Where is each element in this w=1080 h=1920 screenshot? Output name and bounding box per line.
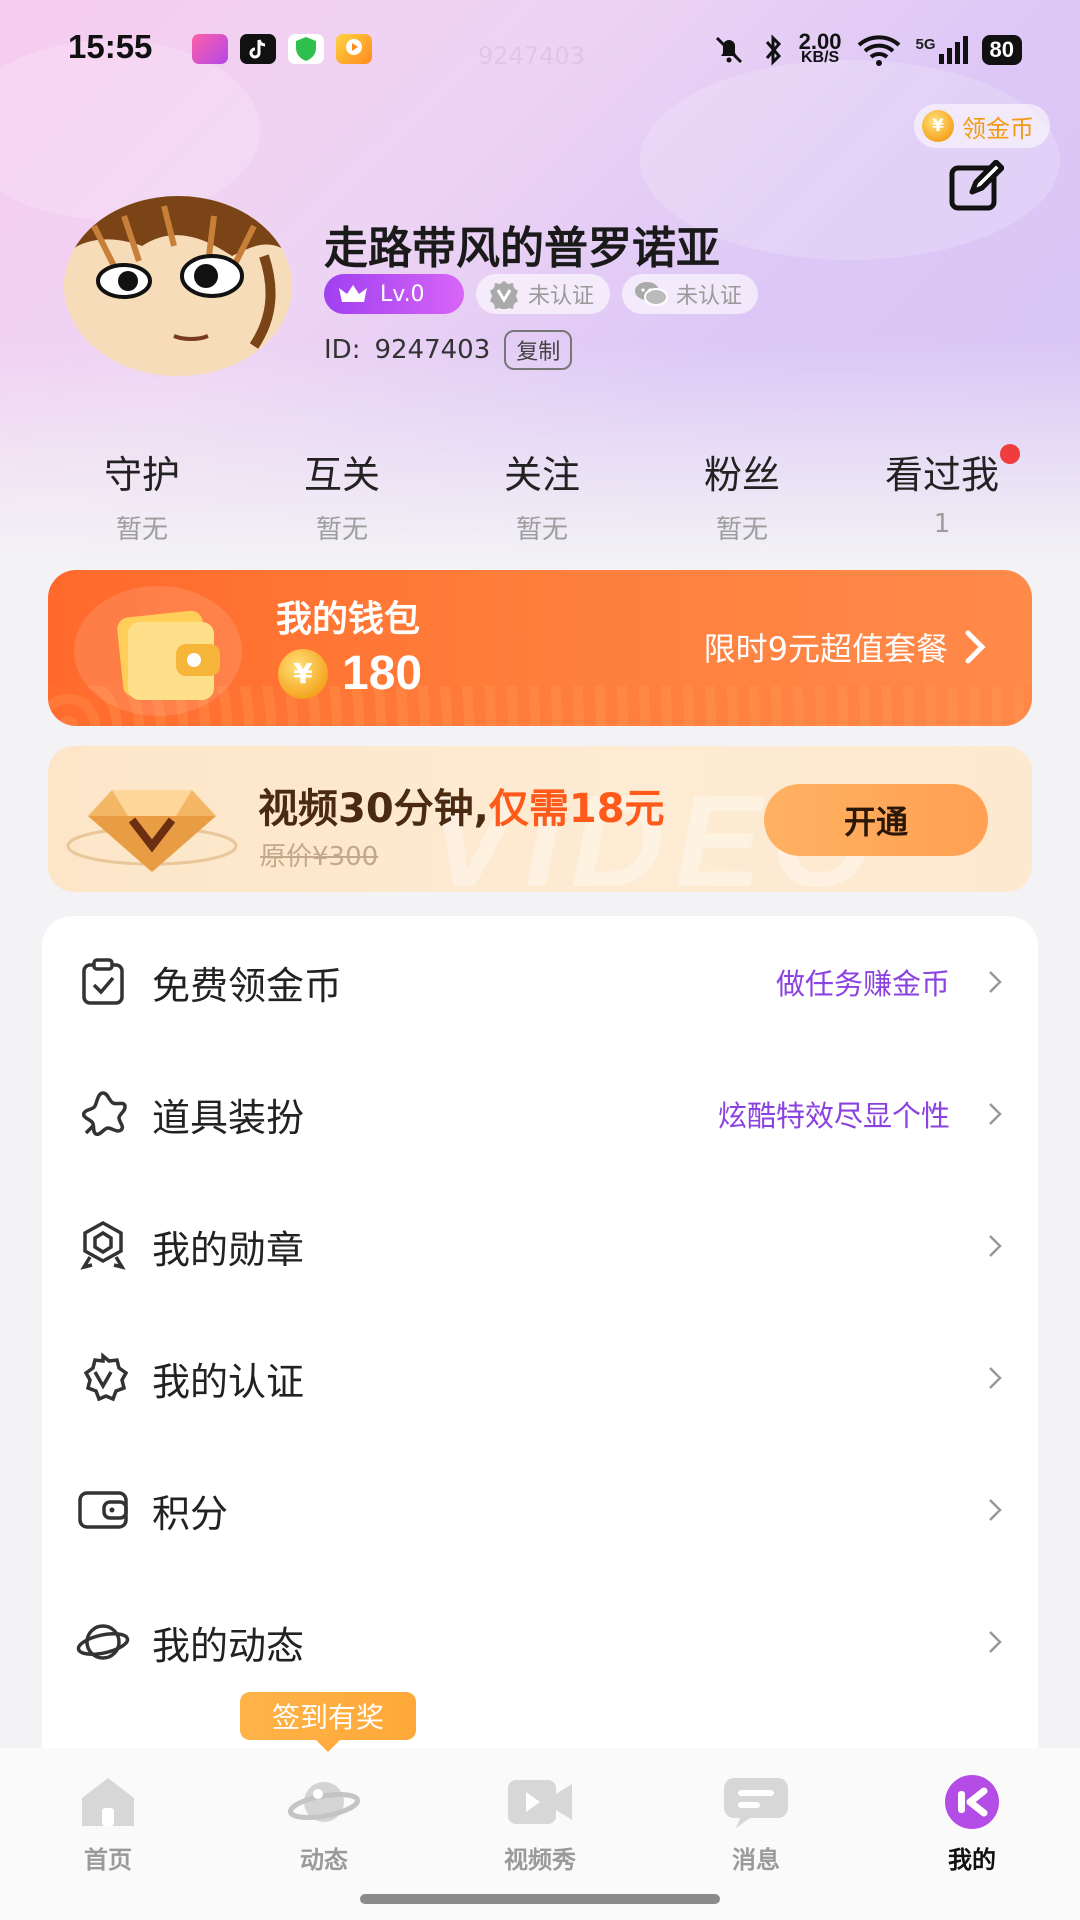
- new-visitor-dot: [1000, 444, 1020, 464]
- stat-guard[interactable]: 守护 暂无: [42, 444, 242, 546]
- tiktok-icon: [240, 34, 276, 64]
- chevron-right-icon: [989, 1631, 1002, 1653]
- video-icon: [508, 1780, 572, 1824]
- wechat-icon: [635, 282, 669, 306]
- verified-v-icon: [490, 281, 518, 309]
- chevron-right-icon: [965, 630, 986, 664]
- copy-id-button[interactable]: 复制: [504, 330, 573, 370]
- ghost-id-text: 9247403: [478, 42, 585, 70]
- battery-indicator: 80: [981, 35, 1022, 65]
- wallet-card[interactable]: 我的钱包 ¥ 180 限时9元超值套餐: [48, 570, 1032, 726]
- get-gold-button[interactable]: ¥ 领金币: [914, 104, 1050, 148]
- verify-badge[interactable]: 未认证: [476, 274, 611, 314]
- user-id-row: ID: 9247403 复制: [324, 330, 573, 370]
- edit-profile-button[interactable]: [948, 159, 1005, 212]
- vip-open-button[interactable]: 开通: [764, 784, 988, 856]
- menu-item-verification[interactable]: 我的认证: [42, 1312, 1038, 1444]
- tab-me[interactable]: 我的: [897, 1774, 1047, 1875]
- chevron-right-icon: [989, 1499, 1002, 1521]
- edit-icon: [949, 159, 1005, 211]
- home-indicator: [360, 1894, 720, 1904]
- tab-home[interactable]: 首页: [33, 1774, 183, 1875]
- status-bar: 15:55 9247403 2.00 KB/S 5G 80: [0, 0, 1080, 100]
- gold-coin-icon: ¥: [922, 110, 954, 142]
- message-icon: [724, 1778, 788, 1828]
- planet-icon: [76, 1624, 130, 1660]
- mute-bell-icon: [715, 36, 742, 64]
- vip-original-price: 原价¥300: [260, 842, 379, 872]
- wallet-title: 我的钱包: [276, 599, 421, 640]
- id-value: 9247403: [374, 335, 491, 365]
- wallet-balance: ¥ 180: [278, 646, 422, 701]
- status-icons: 2.00 KB/S 5G 80: [711, 30, 1022, 70]
- vip-title: 视频30分钟,仅需18元: [258, 786, 665, 832]
- verified-v-icon: [83, 1352, 129, 1402]
- crown-icon: [339, 285, 367, 302]
- stat-visitors[interactable]: 看过我 1: [842, 444, 1042, 546]
- chevron-right-icon: [989, 971, 1002, 993]
- diamond-icon: [66, 790, 238, 872]
- clipboard-check-icon: [82, 958, 124, 1005]
- shield-app-icon: [288, 34, 324, 64]
- net-speed: 2.00 KB/S: [798, 29, 842, 66]
- username: 走路带风的普罗诺亚: [324, 223, 720, 274]
- tab-video-show[interactable]: 视频秀: [465, 1774, 615, 1875]
- star-flower-icon: [81, 1091, 127, 1137]
- stats-row: 守护 暂无 互关 暂无 关注 暂无 粉丝 暂无 看过我 1: [42, 444, 1042, 546]
- bluetooth-icon: [765, 34, 781, 66]
- wallet-promo[interactable]: 限时9元超值套餐: [704, 624, 988, 670]
- wechat-badge[interactable]: 未认证: [622, 274, 759, 314]
- chevron-right-icon: [989, 1235, 1002, 1257]
- get-gold-label: 领金币: [962, 114, 1034, 143]
- menu-item-medals[interactable]: 我的勋章: [42, 1180, 1038, 1312]
- wifi-icon: [857, 35, 900, 66]
- home-icon: [82, 1778, 134, 1826]
- vip-banner[interactable]: VIDEO 视频30分钟,仅需18元 原价¥300 开通: [48, 746, 1032, 892]
- stat-mutual[interactable]: 互关 暂无: [242, 444, 442, 546]
- menu-item-free-gold[interactable]: 免费领金币 做任务赚金币: [42, 916, 1038, 1048]
- signal-5g: 5G: [916, 36, 968, 64]
- app-notification-icon: [192, 34, 228, 64]
- stat-fans[interactable]: 粉丝 暂无: [642, 444, 842, 546]
- stat-following[interactable]: 关注 暂无: [442, 444, 642, 546]
- chevron-right-icon: [989, 1367, 1002, 1389]
- menu-item-my-posts[interactable]: 我的动态: [42, 1576, 1038, 1708]
- planet-icon: [287, 1782, 361, 1822]
- coin-icon: ¥: [278, 648, 328, 699]
- avatar[interactable]: [64, 196, 292, 376]
- me-icon: [945, 1775, 999, 1829]
- status-time: 15:55: [68, 28, 153, 65]
- profile-badges: Lv.0 未认证 未认证: [324, 274, 759, 314]
- id-label: ID:: [324, 335, 361, 365]
- level-badge[interactable]: Lv.0: [324, 274, 464, 314]
- wallet-icon: [78, 1491, 128, 1529]
- medal-icon: [80, 1220, 126, 1270]
- wallet-icon: [117, 610, 220, 700]
- chevron-right-icon: [989, 1103, 1002, 1125]
- avatar-image: [64, 196, 292, 376]
- balance-value: 180: [342, 647, 423, 700]
- signin-reward-tip[interactable]: 签到有奖: [240, 1692, 416, 1752]
- video-app-icon: [336, 34, 372, 64]
- tab-moments[interactable]: 动态: [249, 1774, 399, 1875]
- menu-item-props[interactable]: 道具装扮 炫酷特效尽显个性: [42, 1048, 1038, 1180]
- tab-messages[interactable]: 消息: [681, 1774, 831, 1875]
- menu-item-points[interactable]: 积分: [42, 1444, 1038, 1576]
